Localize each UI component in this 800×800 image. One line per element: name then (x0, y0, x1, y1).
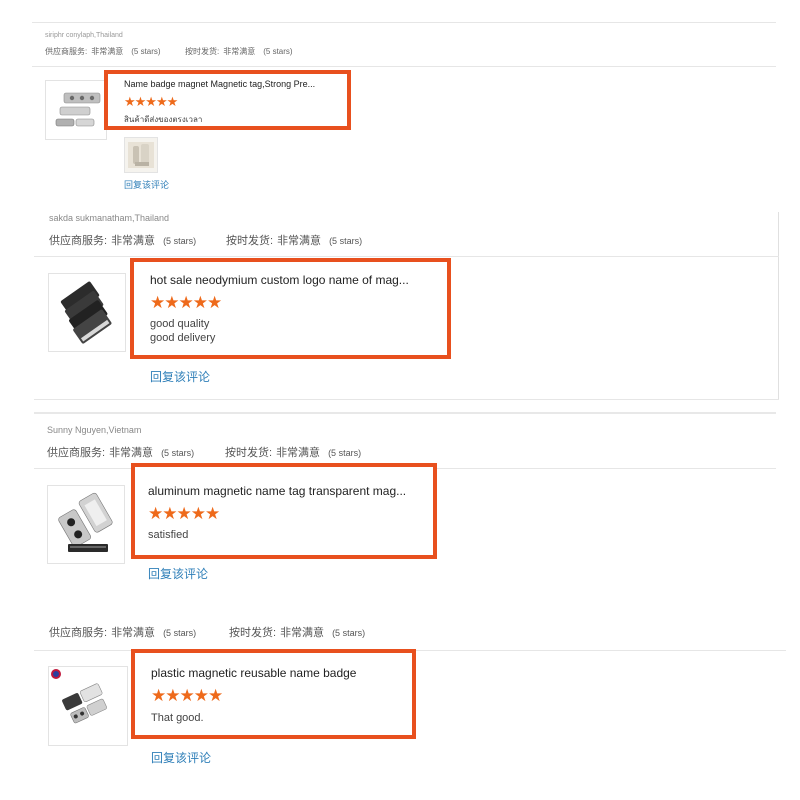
supplier-service-label: 供应商服务: (47, 447, 106, 459)
shipping-value: 非常满意 (280, 627, 325, 639)
shipping-rating: 按时发货: 非常满意 (5 stars) (225, 444, 361, 460)
supplier-service-rating: 供应商服务: 非常满意 (5 stars) (45, 46, 161, 57)
card-border (778, 212, 779, 400)
star-rating: ★★★★★ (148, 504, 220, 523)
supplier-service-count: (5 stars) (161, 448, 195, 458)
aluminum-name-tag-image (58, 492, 113, 552)
reviewer-name: Sunny Nguyen,Vietnam (47, 425, 142, 435)
photo-thumbnail-image (128, 142, 154, 168)
star-rating: ★★★★★ (151, 686, 223, 705)
reply-link[interactable]: 回复该评论 (148, 565, 208, 582)
product-title[interactable]: Name badge magnet Magnetic tag,Strong Pr… (124, 79, 315, 89)
divider (34, 412, 776, 414)
review-comment-line-1: good quality (150, 318, 210, 330)
divider (34, 256, 779, 257)
reviewer-name: sakda sukmanatham,Thailand (49, 213, 170, 223)
divider (32, 66, 776, 67)
star-rating: ★★★★★ (150, 293, 222, 312)
plastic-name-badge-image (51, 669, 107, 724)
shipping-count: (5 stars) (263, 47, 293, 56)
shipping-label: 按时发货: (226, 235, 274, 247)
supplier-service-label: 供应商服务: (49, 627, 108, 639)
shipping-count: (5 stars) (329, 236, 363, 246)
supplier-service-value: 非常满意 (111, 235, 156, 247)
shipping-rating: 按时发货: 非常满意 (5 stars) (185, 46, 293, 57)
supplier-service-value: 非常满意 (111, 627, 156, 639)
product-title[interactable]: hot sale neodymium custom logo name of m… (150, 273, 409, 287)
shipping-label: 按时发货: (185, 47, 220, 56)
badge-magnet-image (55, 92, 101, 127)
shipping-rating: 按时发货: 非常满意 (5 stars) (226, 232, 362, 248)
divider (34, 399, 779, 400)
product-thumbnail[interactable] (48, 666, 128, 746)
neodymium-magnet-image (60, 281, 112, 344)
supplier-service-count: (5 stars) (163, 236, 197, 246)
supplier-service-value: 非常满意 (91, 47, 124, 56)
product-thumbnail[interactable] (45, 80, 107, 140)
review-comment: สินค้าดีส่งของตรงเวลา (124, 115, 203, 124)
shipping-count: (5 stars) (332, 628, 366, 638)
supplier-service-label: 供应商服务: (45, 47, 88, 56)
review-comment: satisfied (148, 529, 189, 541)
product-title[interactable]: plastic magnetic reusable name badge (151, 666, 356, 680)
review-comment-line-2: good delivery (150, 332, 216, 344)
product-thumbnail[interactable] (48, 273, 126, 352)
shipping-value: 非常满意 (276, 447, 321, 459)
shipping-label: 按时发货: (225, 447, 273, 459)
reply-link[interactable]: 回复该评论 (124, 178, 169, 191)
shipping-count: (5 stars) (328, 448, 362, 458)
divider (32, 22, 776, 23)
supplier-service-label: 供应商服务: (49, 235, 108, 247)
shipping-label: 按时发货: (229, 627, 277, 639)
reviewer-name: siriphr conylaph,Thailand (45, 32, 123, 39)
supplier-service-count: (5 stars) (163, 628, 197, 638)
shipping-value: 非常满意 (277, 235, 322, 247)
review-comment: That good. (151, 712, 204, 724)
product-thumbnail[interactable] (47, 485, 125, 564)
reply-link[interactable]: 回复该评论 (150, 368, 210, 385)
star-rating: ★★★★★ (124, 94, 178, 109)
review-photo[interactable] (124, 137, 158, 173)
shipping-rating: 按时发货: 非常满意 (5 stars) (229, 624, 365, 640)
supplier-service-rating: 供应商服务: 非常满意 (5 stars) (49, 232, 196, 248)
supplier-service-rating: 供应商服务: 非常满意 (5 stars) (49, 624, 196, 640)
shipping-value: 非常满意 (223, 47, 256, 56)
supplier-service-rating: 供应商服务: 非常满意 (5 stars) (47, 444, 194, 460)
supplier-service-count: (5 stars) (131, 47, 161, 56)
product-title[interactable]: aluminum magnetic name tag transparent m… (148, 484, 406, 498)
reply-link[interactable]: 回复该评论 (151, 749, 211, 766)
supplier-service-value: 非常满意 (109, 447, 154, 459)
